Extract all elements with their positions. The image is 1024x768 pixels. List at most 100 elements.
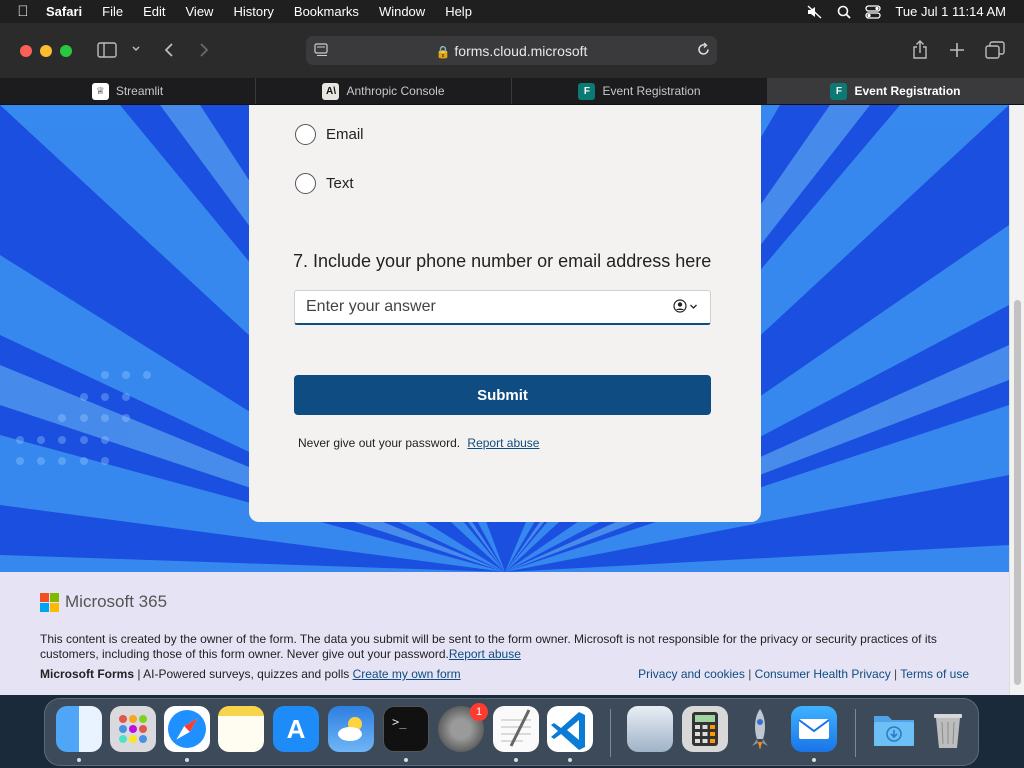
forward-icon[interactable] [198, 42, 210, 58]
rocket-icon[interactable] [737, 706, 783, 752]
vscode-icon[interactable] [547, 706, 593, 752]
radio-button[interactable] [295, 124, 316, 145]
microsoft-365-logo: Microsoft 365 [40, 592, 167, 612]
menu-help[interactable]: Help [435, 0, 482, 23]
menu-file[interactable]: File [92, 0, 133, 23]
new-tab-icon[interactable] [949, 42, 965, 58]
streamlit-icon: ♕ [91, 82, 109, 100]
answer-placeholder: Enter your answer [306, 298, 436, 315]
forms-icon: F [830, 82, 848, 100]
menu-view[interactable]: View [176, 0, 224, 23]
terms-link[interactable]: Terms of use [900, 667, 969, 681]
tab-label: Anthropic Console [346, 84, 445, 98]
brand-name: Microsoft 365 [65, 592, 168, 611]
tab-event-registration[interactable]: F Event Registration [512, 78, 768, 104]
back-icon[interactable] [163, 42, 175, 58]
tab-label: Event Registration [602, 84, 701, 98]
separator: | [890, 667, 901, 681]
forms-icon: F [578, 82, 596, 100]
calculator-icon[interactable] [682, 706, 728, 752]
menu-bar:  Safari File Edit View History Bookmark… [0, 0, 1024, 23]
chevron-down-icon[interactable] [131, 44, 141, 54]
autofill-contact-icon[interactable] [673, 299, 698, 313]
dock: A >_ 1 [44, 698, 979, 766]
window-controls [20, 44, 72, 57]
tagline-text: | AI-Powered surveys, quizzes and polls [134, 667, 353, 681]
scroll-thumb[interactable] [1014, 300, 1021, 685]
clock[interactable]: Tue Jul 1 11:14 AM [895, 4, 1006, 19]
tab-label: Event Registration [854, 84, 961, 98]
notes-icon[interactable] [218, 706, 264, 752]
finder-icon[interactable] [56, 706, 102, 752]
menu-edit[interactable]: Edit [133, 0, 175, 23]
forms-tagline: Microsoft Forms | AI-Powered surveys, qu… [40, 667, 461, 681]
reload-icon[interactable] [696, 42, 711, 60]
option-label: Text [326, 175, 354, 192]
menu-app-name[interactable]: Safari [36, 0, 92, 23]
tab-bar: ♕ Streamlit A\ Anthropic Console F Event… [0, 78, 1024, 105]
disclaimer: This content is created by the owner of … [40, 632, 970, 662]
radio-button[interactable] [295, 173, 316, 194]
product-name: Microsoft Forms [40, 667, 135, 681]
tab-event-registration-active[interactable]: F Event Registration [768, 78, 1024, 104]
running-indicator [812, 758, 816, 762]
answer-input[interactable]: Enter your answer [294, 290, 711, 325]
close-window-button[interactable] [20, 44, 32, 57]
url-value: forms.cloud.microsoft [454, 42, 588, 59]
separator: | [744, 667, 755, 681]
tab-label: Streamlit [115, 84, 164, 98]
running-indicator [568, 758, 572, 762]
tab-streamlit[interactable]: ♕ Streamlit [0, 78, 256, 104]
search-icon[interactable] [837, 5, 852, 19]
tab-anthropic-console[interactable]: A\ Anthropic Console [256, 78, 512, 104]
privacy-link[interactable]: Privacy and cookies [638, 667, 745, 681]
minimize-window-button[interactable] [40, 44, 52, 57]
terminal-icon[interactable]: >_ [383, 706, 429, 752]
running-indicator [77, 758, 81, 762]
page-footer: Microsoft 365 This content is created by… [0, 572, 1009, 695]
zoom-window-button[interactable] [60, 44, 72, 57]
web-page: Email Text 7. Include your phone number … [0, 105, 1009, 695]
option-label: Email [326, 126, 364, 143]
question-title: 7. Include your phone number or email ad… [293, 251, 712, 271]
create-form-link[interactable]: Create my own form [353, 667, 461, 681]
address-bar[interactable]: 🔒 forms.cloud.microsoft [306, 36, 717, 65]
browser-toolbar: 🔒 forms.cloud.microsoft [0, 23, 1024, 78]
option-email[interactable]: Email [295, 124, 364, 145]
microsoft-logo-icon [40, 592, 59, 612]
health-privacy-link[interactable]: Consumer Health Privacy [755, 667, 891, 681]
mute-icon[interactable] [807, 4, 823, 19]
menu-bookmarks[interactable]: Bookmarks [284, 0, 369, 23]
app-store-icon[interactable]: A [273, 706, 319, 752]
page-scrollbar[interactable] [1009, 105, 1024, 695]
downloads-icon[interactable] [871, 706, 917, 752]
menu-window[interactable]: Window [369, 0, 435, 23]
option-text[interactable]: Text [295, 173, 354, 194]
mail-icon[interactable] [791, 706, 837, 752]
weather-icon[interactable] [328, 706, 374, 752]
legal-links: Privacy and cookies | Consumer Health Pr… [638, 667, 969, 681]
menu-history[interactable]: History [223, 0, 283, 23]
submit-button[interactable]: Submit [294, 375, 711, 415]
dock-separator [610, 709, 611, 757]
footer-report-abuse-link[interactable]: Report abuse [449, 647, 521, 661]
textedit-icon[interactable] [493, 706, 539, 752]
password-note: Never give out your password. Report abu… [298, 436, 539, 450]
safari-icon[interactable] [164, 706, 210, 752]
running-indicator [514, 758, 518, 762]
running-indicator [404, 758, 408, 762]
report-abuse-link[interactable]: Report abuse [467, 436, 539, 450]
share-icon[interactable] [911, 40, 929, 60]
lock-icon: 🔒 [435, 44, 451, 59]
anthropic-icon: A\ [322, 82, 340, 100]
tab-overview-icon[interactable] [985, 41, 1005, 59]
running-indicator [185, 758, 189, 762]
launchpad-icon[interactable] [110, 706, 156, 752]
control-center-icon[interactable] [865, 4, 882, 19]
url-text: 🔒 forms.cloud.microsoft [306, 43, 717, 59]
preview-icon[interactable] [627, 706, 673, 752]
form-card: Email Text 7. Include your phone number … [249, 105, 761, 522]
trash-icon[interactable] [925, 706, 971, 752]
sidebar-toggle-icon[interactable] [97, 42, 117, 58]
apple-menu-icon[interactable]:  [0, 3, 36, 20]
